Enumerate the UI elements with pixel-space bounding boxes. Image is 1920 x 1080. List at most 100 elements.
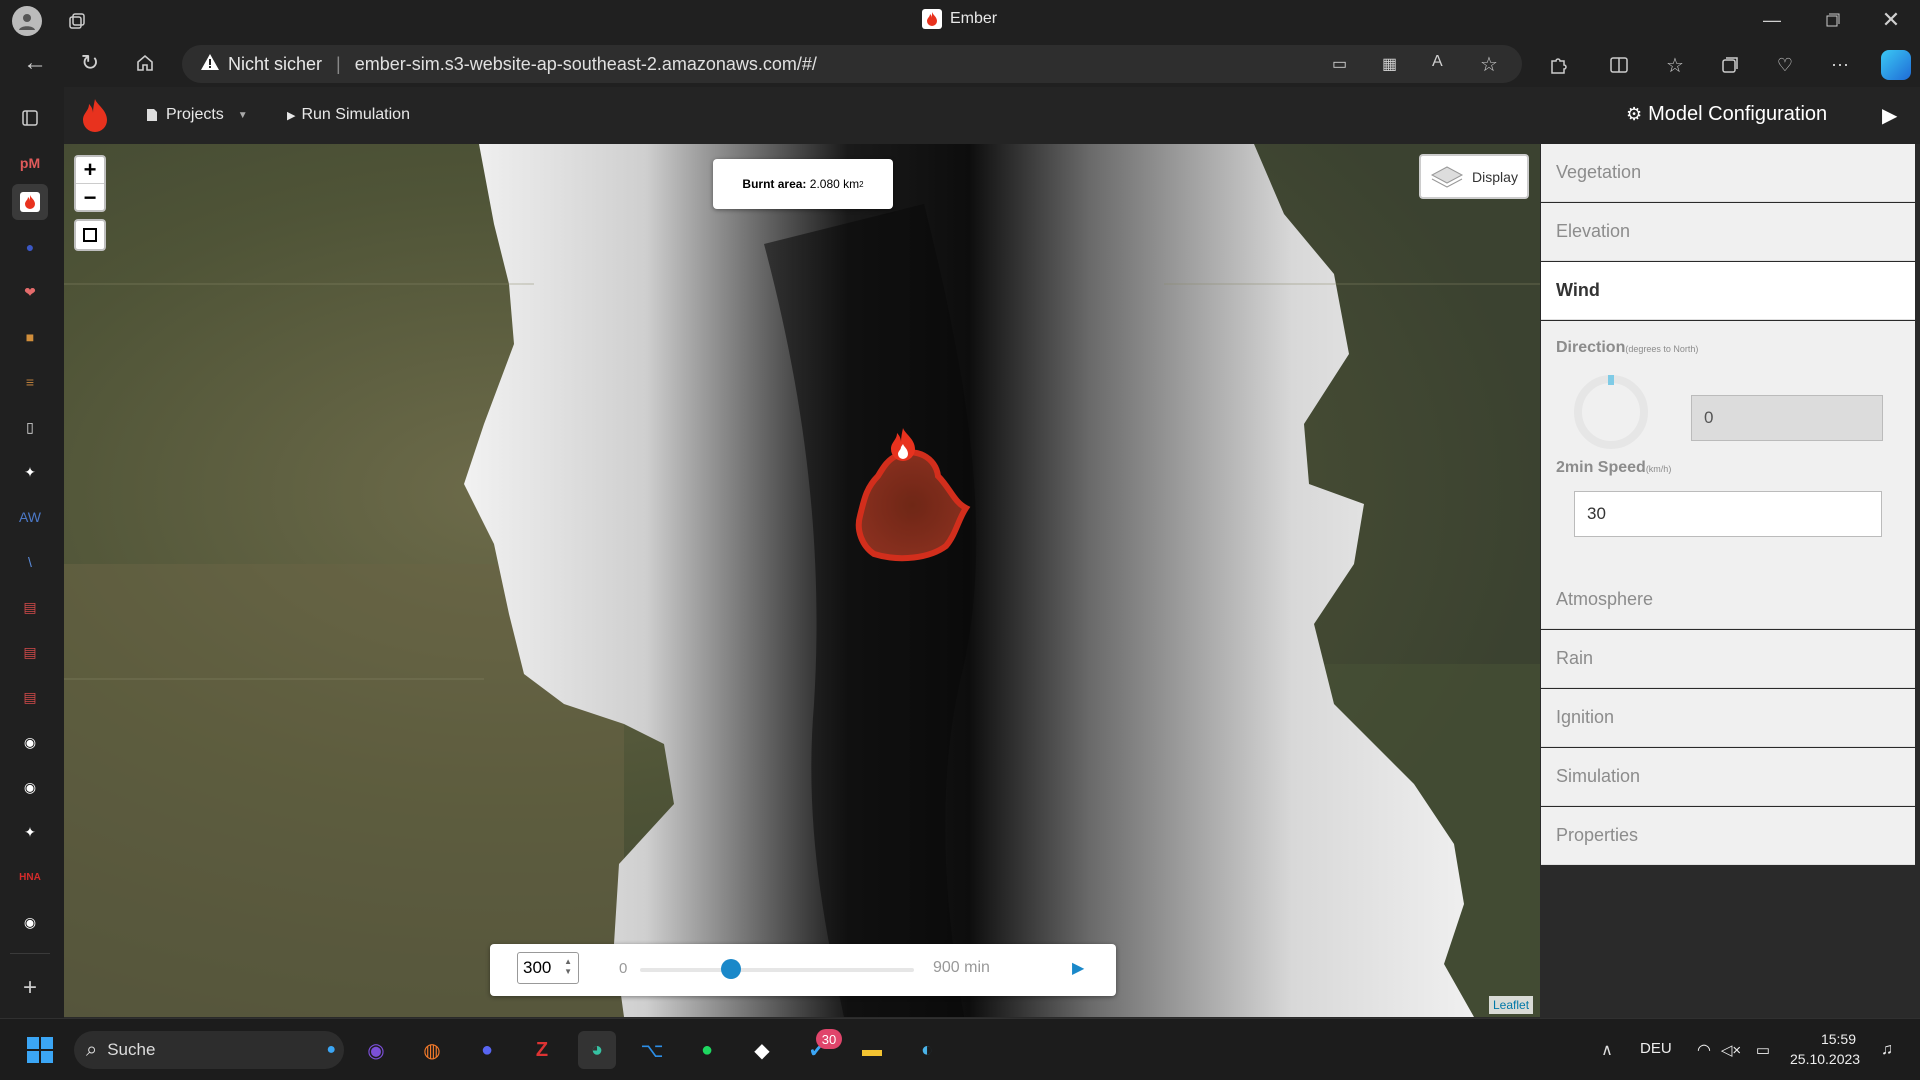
taskbar: ⌕ Suche ● ◉ ◍ ● Z ◕ ⌥ ● ◆ ✔ 30 ▬ ◐ ∧ DEU…: [0, 1018, 1920, 1080]
reload-icon[interactable]: ↻: [75, 48, 105, 78]
tab-document-icon[interactable]: ▯: [12, 409, 48, 445]
tab-pdf1-icon[interactable]: ▤: [12, 589, 48, 625]
direction-dial[interactable]: [1573, 374, 1649, 450]
taskbar-github-icon[interactable]: ◉: [357, 1031, 395, 1069]
collections-icon[interactable]: [1717, 52, 1743, 78]
close-window-button[interactable]: ✕: [1879, 7, 1903, 32]
section-atmosphere[interactable]: Atmosphere: [1541, 571, 1915, 629]
section-simulation[interactable]: Simulation: [1541, 748, 1915, 806]
section-wind[interactable]: Wind: [1541, 262, 1915, 320]
new-tab-icon[interactable]: +: [12, 970, 48, 1006]
extensions-icon[interactable]: [1545, 52, 1571, 78]
tab-pm-icon[interactable]: pM: [12, 145, 48, 181]
profile-avatar[interactable]: [12, 6, 42, 36]
search-box[interactable]: ⌕ Suche ●: [74, 1031, 344, 1069]
tab-hna-icon[interactable]: HNA: [12, 859, 48, 895]
tab-pdf3-icon[interactable]: ▤: [12, 679, 48, 715]
split-screen-icon[interactable]: [1606, 52, 1632, 78]
tray-chevron-icon[interactable]: ∧: [1588, 1031, 1626, 1069]
tab-stack-icon[interactable]: ≡: [12, 364, 48, 400]
burnt-area-label: Burnt area:: [742, 177, 807, 191]
taskbar-discord-icon[interactable]: ●: [468, 1031, 506, 1069]
section-elevation[interactable]: Elevation: [1541, 203, 1915, 261]
workspaces-icon[interactable]: [64, 8, 90, 34]
taskbar-edge-icon[interactable]: ◕: [578, 1031, 616, 1069]
clock[interactable]: 15:59 25.10.2023: [1790, 1029, 1860, 1069]
taskbar-vscode-icon[interactable]: ⌥: [633, 1031, 671, 1069]
tab-github1-icon[interactable]: ◉: [12, 724, 48, 760]
model-configuration-title[interactable]: ⚙ Model Configuration: [1626, 103, 1827, 126]
timeline-control: 300 ▲ ▼ 0 900 min ▶: [490, 944, 1116, 996]
timeline-play-icon[interactable]: ▶: [1072, 958, 1084, 978]
draw-rectangle-button[interactable]: [74, 219, 106, 251]
window-title: Ember: [922, 9, 997, 29]
ember-logo-icon[interactable]: [80, 97, 110, 140]
tab-ember-icon[interactable]: [12, 184, 48, 220]
section-rain[interactable]: Rain: [1541, 630, 1915, 688]
home-icon[interactable]: [130, 48, 160, 78]
taskbar-zotero-icon[interactable]: Z: [523, 1031, 561, 1069]
tab-actions-icon[interactable]: [12, 100, 48, 136]
favorite-star-icon[interactable]: ☆: [1480, 52, 1498, 77]
copilot-icon[interactable]: [1881, 50, 1911, 80]
tab-box-icon[interactable]: ■: [12, 319, 48, 355]
ember-app: Projects ▼ ▶ Run Simulation ⚙ Model Conf…: [64, 87, 1920, 1018]
projects-menu[interactable]: Projects ▼: [146, 106, 248, 124]
zoom-out-button[interactable]: −: [76, 184, 104, 211]
taskbar-explorer-icon[interactable]: ▬: [853, 1031, 891, 1069]
model-configuration-label: Model Configuration: [1648, 103, 1828, 125]
play-icon: ▶: [287, 109, 296, 122]
tab-notion2-icon[interactable]: ✦: [12, 814, 48, 850]
browser-essentials-icon[interactable]: ♡: [1772, 52, 1798, 78]
spinner-icon[interactable]: ▲ ▼: [564, 957, 572, 977]
battery-icon[interactable]: ▭: [1744, 1031, 1782, 1069]
favorites-icon[interactable]: ☆: [1662, 52, 1688, 78]
more-menu-icon[interactable]: ⋯: [1827, 52, 1853, 78]
app-available-icon[interactable]: ▭: [1332, 54, 1347, 74]
taskbar-spotify-icon[interactable]: ●: [688, 1031, 726, 1069]
direction-value: 0: [1704, 408, 1714, 427]
gear-icon: ⚙: [1626, 104, 1643, 124]
direction-input[interactable]: 0: [1691, 395, 1883, 441]
timeline-track[interactable]: [640, 968, 914, 972]
restore-button[interactable]: [1821, 8, 1845, 32]
tab-github2-icon[interactable]: ◉: [12, 769, 48, 805]
wind-settings: Direction(degrees to North) 0 2min Speed…: [1541, 321, 1915, 571]
tab-pdf2-icon[interactable]: ▤: [12, 634, 48, 670]
speed-input[interactable]: 30: [1574, 491, 1882, 537]
notifications-icon[interactable]: ♫: [1868, 1031, 1906, 1069]
section-vegetation[interactable]: Vegetation: [1541, 144, 1915, 202]
leaflet-attribution[interactable]: Leaflet: [1489, 996, 1534, 1014]
model-config-panel: Vegetation Elevation Wind Direction(degr…: [1541, 144, 1915, 1017]
panel-toggle-icon[interactable]: ▶: [1882, 103, 1897, 128]
url-text[interactable]: ember-sim.s3-website-ap-southeast-2.amaz…: [355, 54, 817, 75]
taskbar-devtool-icon[interactable]: ◆: [743, 1031, 781, 1069]
back-icon[interactable]: ←: [20, 48, 50, 78]
section-properties[interactable]: Properties: [1541, 807, 1915, 865]
start-button[interactable]: [21, 1031, 59, 1069]
ignition-point-icon[interactable]: [888, 426, 918, 473]
title-bar: Ember — ✕: [0, 0, 1920, 40]
language-indicator[interactable]: DEU: [1640, 1040, 1672, 1057]
timeline-slider-thumb[interactable]: [721, 959, 742, 979]
read-aloud-icon[interactable]: A: [1432, 53, 1443, 71]
security-label[interactable]: Nicht sicher: [228, 54, 322, 75]
tab-github3-icon[interactable]: ◉: [12, 904, 48, 940]
taskbar-firefox-icon[interactable]: ◍: [413, 1031, 451, 1069]
extensions-grid-icon[interactable]: ▦: [1382, 54, 1397, 74]
time-input[interactable]: 300 ▲ ▼: [517, 952, 579, 984]
tab-generic-icon[interactable]: ●: [12, 229, 48, 265]
zoom-in-button[interactable]: +: [76, 157, 104, 184]
taskbar-app-icon[interactable]: ◐: [908, 1031, 946, 1069]
tab-notion-icon[interactable]: ✦: [12, 454, 48, 490]
tab-heart-icon[interactable]: ❤: [12, 274, 48, 310]
map-view[interactable]: + − Burnt area: 2.080 km 2 Display 300 ▲ ▼…: [64, 144, 1540, 1017]
section-ignition[interactable]: Ignition: [1541, 689, 1915, 747]
display-layers-button[interactable]: Display: [1419, 154, 1529, 199]
tab-slash-icon[interactable]: \: [12, 544, 48, 580]
run-simulation-label: Run Simulation: [301, 106, 410, 123]
address-bar[interactable]: Nicht sicher | ember-sim.s3-website-ap-s…: [182, 45, 1522, 83]
minimize-button[interactable]: —: [1760, 8, 1784, 32]
run-simulation-button[interactable]: ▶ Run Simulation: [287, 106, 410, 124]
tab-aw-icon[interactable]: AW: [12, 499, 48, 535]
